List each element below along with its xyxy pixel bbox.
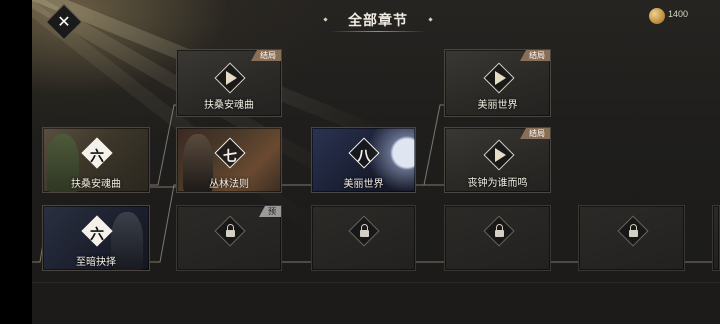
title-underline — [330, 31, 426, 32]
chapter-card-6-darkest-choice[interactable]: 六 至暗抉择 — [42, 205, 150, 271]
ending-card-fusang[interactable]: 结局 扶桑安魂曲 — [176, 49, 282, 117]
locked-chapter-card[interactable]: 预 — [176, 205, 282, 271]
ending-badge: 结局 — [251, 50, 281, 61]
locked-chapter-card[interactable] — [444, 205, 551, 271]
ending-label: 扶桑安魂曲 — [204, 100, 254, 111]
ending-card-bell-tolls[interactable]: 结局 丧钟为谁而鸣 — [444, 127, 551, 193]
ending-label: 丧钟为谁而鸣 — [467, 178, 528, 189]
chapter-label: 至暗抉择 — [76, 257, 116, 268]
lock-icon-body — [226, 230, 235, 237]
locked-chapter-card-partial[interactable] — [712, 205, 720, 271]
chapter-number: 六 — [90, 227, 104, 243]
chapter-number: 七 — [223, 149, 237, 165]
play-icon — [495, 71, 506, 85]
lock-icon-body — [629, 230, 638, 237]
play-icon — [495, 148, 506, 162]
chapter-label: 扶桑安魂曲 — [71, 179, 121, 190]
chapter-card-6-fusang[interactable]: 六 扶桑安魂曲 — [42, 127, 150, 193]
lock-icon-body — [495, 230, 504, 237]
chapter-card-8[interactable]: 八 美丽世界 — [311, 127, 416, 193]
ending-label: 美丽世界 — [477, 100, 518, 111]
chapter-card-7[interactable]: 七 丛林法则 — [176, 127, 282, 193]
close-icon: ✕ — [57, 12, 71, 31]
chapter-label: 美丽世界 — [343, 179, 384, 190]
play-icon — [226, 71, 237, 85]
coin-icon — [649, 8, 665, 24]
locked-chapter-card[interactable] — [578, 205, 685, 271]
chapter-label: 丛林法则 — [209, 179, 249, 190]
preview-badge: 预 — [259, 206, 281, 217]
chapter-number: 六 — [90, 149, 104, 165]
locked-chapter-card[interactable] — [311, 205, 416, 271]
ending-badge: 结局 — [520, 128, 550, 139]
lock-icon-body — [360, 230, 369, 237]
ending-badge: 结局 — [520, 50, 550, 61]
coin-amount: 1400 — [668, 9, 689, 19]
page-title: 全部章节 — [348, 13, 408, 29]
chapter-number: 八 — [357, 149, 371, 165]
ending-card-beautiful-world[interactable]: 结局 美丽世界 — [444, 49, 551, 117]
